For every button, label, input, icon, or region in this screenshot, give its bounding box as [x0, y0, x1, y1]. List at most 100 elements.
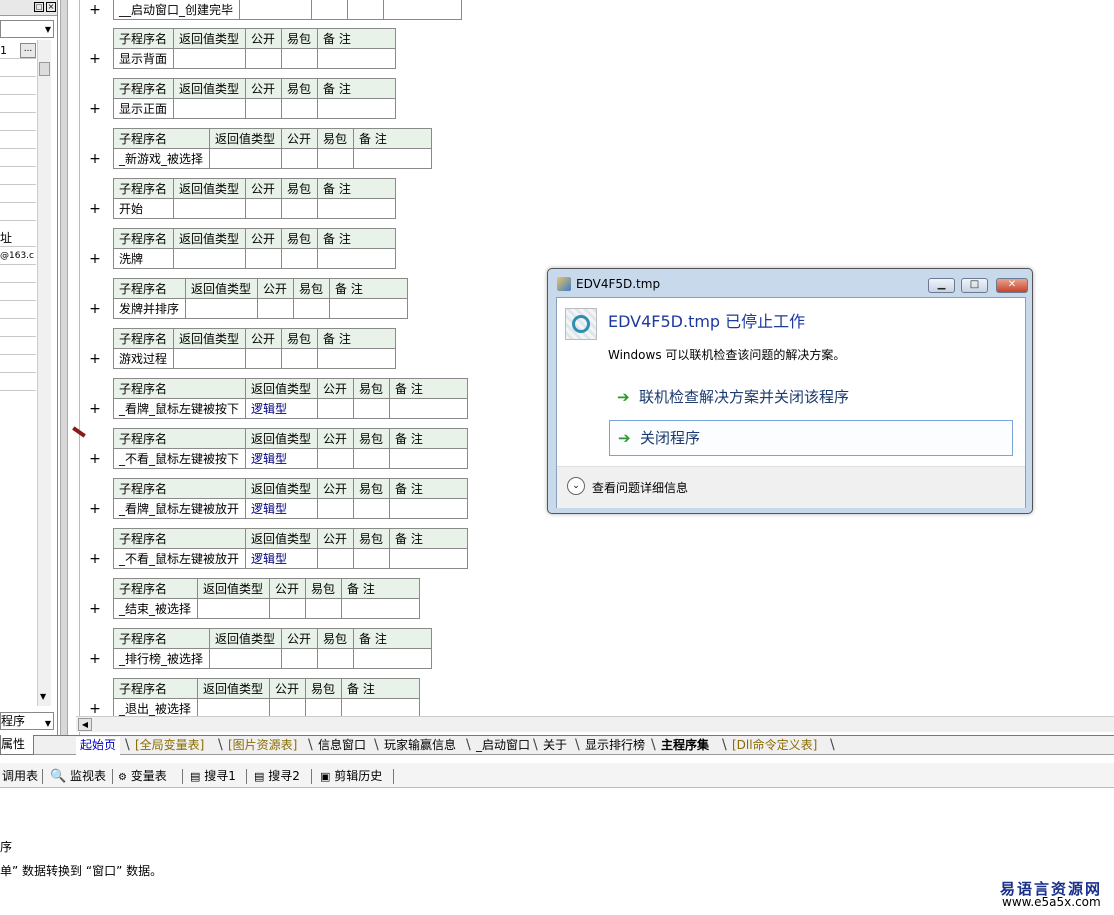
close-icon[interactable]: × [46, 2, 56, 12]
remarks-cell[interactable] [389, 498, 468, 519]
property-row[interactable] [0, 320, 36, 337]
scroll-thumb[interactable] [39, 62, 50, 76]
property-row[interactable] [0, 284, 36, 301]
check-online-option[interactable]: ➔ 联机检查解决方案并关闭该程序 [609, 380, 1013, 416]
sub-name-cell[interactable]: _结束_被选择 [113, 598, 198, 619]
property-row[interactable] [0, 60, 36, 77]
module-tab[interactable]: 起始页 [76, 737, 121, 755]
sub-name-cell[interactable]: 显示背面 [113, 48, 174, 69]
remarks-cell[interactable] [317, 48, 396, 69]
module-tab[interactable]: _启动窗口 [472, 737, 534, 755]
public-cell[interactable] [245, 348, 282, 369]
maximize-button[interactable]: □ [961, 278, 988, 293]
sub-name-cell[interactable]: 发牌并排序 [113, 298, 186, 319]
easy-pack-cell[interactable] [293, 298, 330, 319]
module-tab[interactable]: 主程序集 [657, 737, 713, 755]
sub-name-cell[interactable]: _不看_鼠标左键被按下 [113, 448, 246, 469]
expand-icon[interactable]: + [88, 102, 102, 116]
property-row[interactable] [0, 302, 36, 319]
return-type-cell[interactable]: 逻辑型 [245, 548, 318, 569]
remarks-cell[interactable] [317, 198, 396, 219]
easy-pack-cell[interactable] [281, 98, 318, 119]
return-type-cell[interactable] [209, 648, 282, 669]
public-cell[interactable] [257, 298, 294, 319]
code-hscrollbar[interactable]: ◀ [76, 716, 1114, 732]
easy-pack-cell[interactable] [281, 348, 318, 369]
property-row[interactable] [0, 338, 36, 355]
sub-name-cell[interactable]: 洗牌 [113, 248, 174, 269]
program-dropdown[interactable]: 程序 ▼ [0, 712, 54, 730]
property-row[interactable] [0, 114, 36, 131]
sub-name-cell[interactable]: _不看_鼠标左键被放开 [113, 548, 246, 569]
remarks-cell[interactable] [329, 298, 408, 319]
public-cell[interactable] [245, 198, 282, 219]
public-cell[interactable] [317, 398, 354, 419]
close-program-option[interactable]: ➔ 关闭程序 [609, 420, 1013, 456]
return-type-cell[interactable] [185, 298, 258, 319]
property-row[interactable] [0, 374, 36, 391]
public-cell[interactable] [281, 648, 318, 669]
easy-pack-cell[interactable] [281, 48, 318, 69]
easy-pack-cell[interactable] [353, 448, 390, 469]
more-button[interactable]: ... [20, 43, 36, 58]
remarks-cell[interactable] [317, 248, 396, 269]
public-cell[interactable] [269, 598, 306, 619]
expand-icon[interactable]: + [88, 552, 102, 566]
easy-pack-cell[interactable] [353, 548, 390, 569]
scroll-left-icon[interactable]: ◀ [78, 718, 92, 731]
email-row[interactable]: @163.c [0, 248, 36, 265]
expand-icon[interactable]: + [88, 252, 102, 266]
module-tab[interactable]: 显示排行榜 [581, 737, 649, 755]
sub-name-cell[interactable]: __启动窗口_创建完毕 [113, 0, 240, 20]
sub-name-cell[interactable]: _看牌_鼠标左键被按下 [113, 398, 246, 419]
return-type-cell[interactable] [197, 598, 270, 619]
remarks-cell[interactable] [389, 448, 468, 469]
public-cell[interactable] [245, 248, 282, 269]
easy-pack-cell[interactable] [353, 498, 390, 519]
module-tab[interactable]: 玩家输赢信息 [380, 737, 460, 755]
return-type-cell[interactable] [173, 98, 246, 119]
module-tab[interactable]: [全局变量表] [131, 737, 208, 755]
expand-icon[interactable]: + [88, 52, 102, 66]
expand-icon[interactable]: + [88, 152, 102, 166]
var-table-button[interactable]: ⚙ 变量表 [118, 766, 167, 786]
sub-name-cell[interactable]: _排行榜_被选择 [113, 648, 210, 669]
property-row[interactable] [0, 186, 36, 203]
property-row[interactable] [0, 266, 36, 283]
property-row[interactable] [0, 150, 36, 167]
property-row[interactable] [0, 204, 36, 221]
easy-pack-cell[interactable] [281, 248, 318, 269]
property-row[interactable] [0, 168, 36, 185]
details-link[interactable]: 查看问题详细信息 [592, 479, 688, 496]
return-type-cell[interactable] [173, 198, 246, 219]
easy-pack-cell[interactable] [353, 398, 390, 419]
return-type-cell[interactable] [173, 348, 246, 369]
public-cell[interactable] [317, 548, 354, 569]
expand-icon[interactable]: + [88, 452, 102, 466]
close-button[interactable]: ✕ [996, 278, 1028, 293]
public-cell[interactable] [317, 448, 354, 469]
scroll-down-icon[interactable]: ▼ [40, 692, 46, 701]
return-type-cell[interactable] [173, 48, 246, 69]
object-dropdown[interactable]: ▼ [0, 20, 54, 38]
expand-icon[interactable]: + [88, 602, 102, 616]
module-tab[interactable]: 关于 [539, 737, 571, 755]
public-cell[interactable] [317, 498, 354, 519]
search1-button[interactable]: ▤ 搜寻1 [190, 766, 236, 786]
panel-splitter[interactable] [60, 0, 68, 735]
property-row[interactable] [0, 96, 36, 113]
sub-name-cell[interactable]: _看牌_鼠标左键被放开 [113, 498, 246, 519]
sub-name-cell[interactable]: 显示正面 [113, 98, 174, 119]
easy-pack-cell[interactable] [317, 648, 354, 669]
remarks-cell[interactable] [317, 98, 396, 119]
remarks-cell[interactable] [389, 398, 468, 419]
minimize-button[interactable]: ▁ [928, 278, 955, 293]
easy-pack-cell[interactable] [305, 598, 342, 619]
expand-icon[interactable]: + [88, 202, 102, 216]
module-tab[interactable]: 信息窗口 [314, 737, 370, 755]
easy-pack-cell[interactable] [281, 198, 318, 219]
sub-name-cell[interactable]: 开始 [113, 198, 174, 219]
public-cell[interactable] [245, 48, 282, 69]
remarks-cell[interactable] [353, 148, 432, 169]
watch-table-button[interactable]: 🔍 监视表 [50, 766, 106, 786]
